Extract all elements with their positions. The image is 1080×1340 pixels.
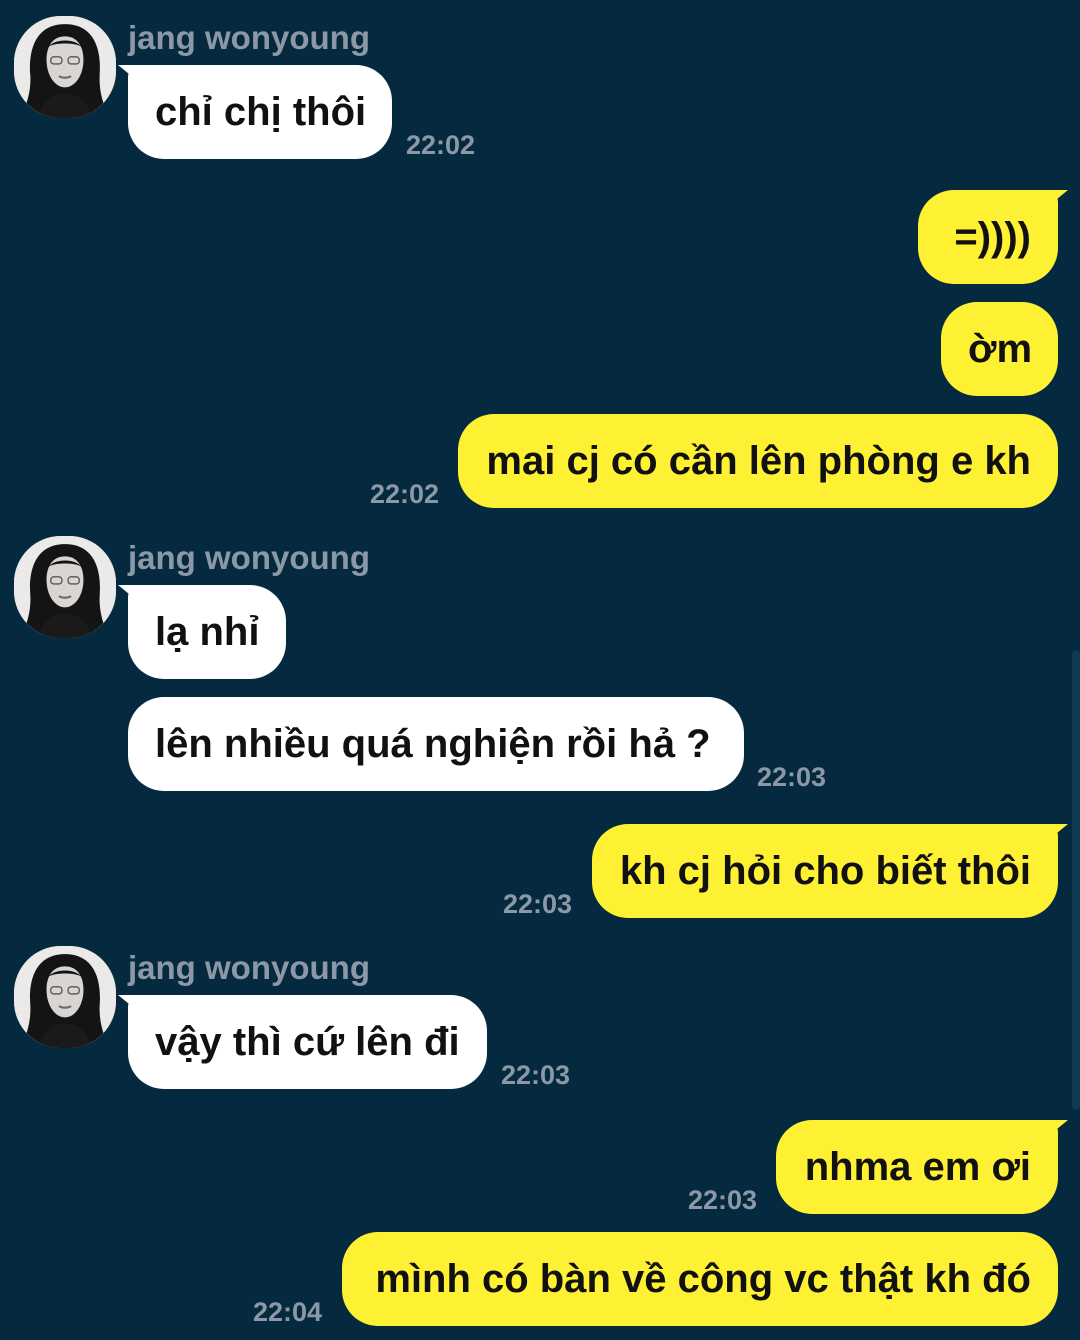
message-timestamp: 22:03 — [757, 762, 827, 792]
message-timestamp: 22:02 — [406, 130, 476, 160]
message-timestamp: 22:03 — [501, 1060, 571, 1090]
avatar-photo-icon — [14, 536, 116, 638]
avatar-photo-icon — [14, 16, 116, 118]
message-bubble-outgoing[interactable]: ờm — [941, 302, 1058, 396]
message-bubble-incoming[interactable]: chỉ chị thôi — [118, 65, 392, 159]
contact-avatar[interactable] — [14, 946, 116, 1048]
contact-avatar[interactable] — [14, 16, 116, 118]
message-bubble-outgoing[interactable]: nhma em ơi — [776, 1120, 1068, 1214]
message-timestamp: 22:03 — [503, 889, 573, 919]
message-timestamp: 22:03 — [688, 1185, 758, 1215]
message-bubble-incoming[interactable]: lên nhiều quá nghiện rồi hả ? — [128, 697, 744, 791]
message-bubble-outgoing[interactable]: mình có bàn về công vc thật kh đó — [342, 1232, 1058, 1326]
message-bubble-incoming[interactable]: vậy thì cứ lên đi — [118, 995, 487, 1089]
message-bubble-incoming[interactable]: lạ nhỉ — [118, 585, 286, 679]
message-bubble-outgoing[interactable]: =)))) — [918, 190, 1068, 284]
message-timestamp: 22:04 — [253, 1297, 323, 1327]
message-bubble-outgoing[interactable]: mai cj có cần lên phòng e kh — [458, 414, 1058, 508]
message-timestamp: 22:02 — [370, 479, 440, 509]
message-bubble-outgoing[interactable]: kh cj hỏi cho biết thôi — [592, 824, 1068, 918]
chat-scrollbar[interactable] — [1072, 650, 1080, 1110]
contact-avatar[interactable] — [14, 536, 116, 638]
sender-name: jang wonyoung — [128, 949, 370, 986]
chat-conversation[interactable]: jang wonyoung chỉ chị thôi 22:02 =)))) ờ… — [0, 0, 1080, 1340]
avatar-photo-icon — [14, 946, 116, 1048]
sender-name: jang wonyoung — [128, 539, 370, 576]
sender-name: jang wonyoung — [128, 19, 370, 56]
